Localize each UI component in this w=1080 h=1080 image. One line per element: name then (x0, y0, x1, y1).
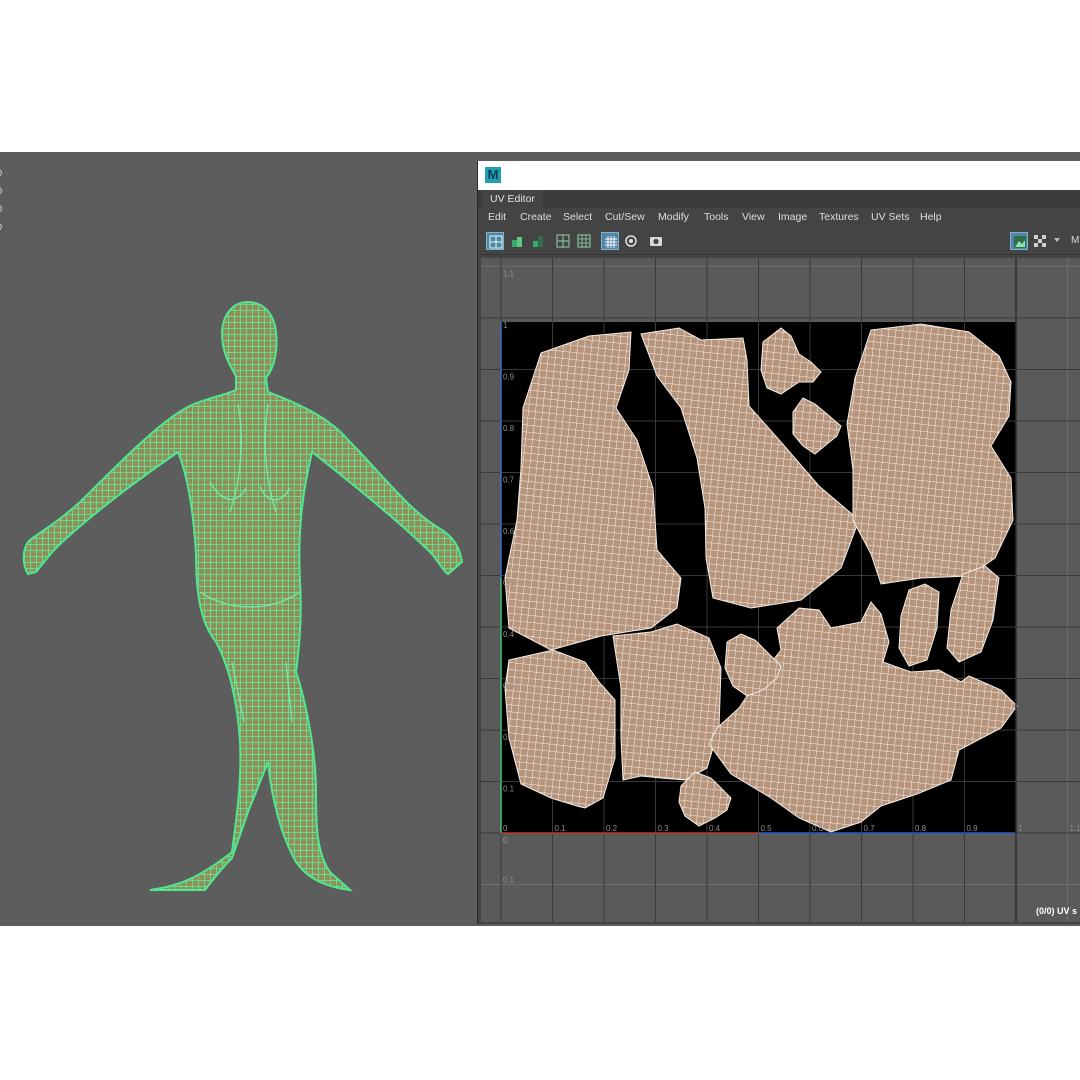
grid-layout-icon[interactable] (554, 232, 572, 250)
stat-value: 0 (0, 164, 2, 182)
u-tick-label: 0.8 (915, 824, 927, 833)
maya-logo-icon: M (485, 167, 501, 183)
snapshot-camera-icon[interactable] (647, 232, 665, 250)
menu-edit[interactable]: Edit (488, 210, 506, 224)
v-tick-label: 0.4 (503, 630, 515, 639)
tab-uv-editor[interactable]: UV Editor (482, 190, 543, 208)
u-tick-label: 0.7 (864, 824, 876, 833)
wireframe-human-model[interactable] (0, 292, 480, 892)
menu-create[interactable]: Create (520, 210, 552, 224)
menu-select[interactable]: Select (563, 210, 592, 224)
v-tick-label: 0.6 (503, 527, 515, 536)
u-tick-label: 0.6 (812, 824, 824, 833)
heads-up-stats: 0 0 0 0 (0, 164, 2, 236)
v-tick-label: 0.5 (503, 579, 515, 588)
toolbar-overflow-label: M (1071, 235, 1080, 246)
stack-dark-icon[interactable] (529, 232, 547, 250)
v-tick-label: 0.3 (503, 682, 515, 691)
model-mesh (22, 301, 464, 891)
menu-uv-sets[interactable]: UV Sets (871, 210, 910, 224)
menu-tools[interactable]: Tools (704, 210, 729, 224)
checker-map-icon[interactable] (1031, 232, 1049, 250)
v-tick-label: 0.1 (503, 876, 515, 885)
v-tick-label: 1.1 (503, 270, 515, 279)
uv-editor-window[interactable]: M UV Editor Edit Create Select Cut/Sew M… (477, 161, 1080, 924)
u-tick-label: 0.1 (555, 824, 567, 833)
u-tick-label: 0.5 (761, 824, 773, 833)
menu-help[interactable]: Help (920, 210, 942, 224)
v-tick-label: 0.1 (503, 785, 515, 794)
v-tick-label: 0.7 (503, 476, 515, 485)
uv-grid-view[interactable]: 0 0.1 0.2 0.3 0.4 0.5 0.6 0.7 0.8 0.9 1 1.1 1.1 1 0.9… (481, 258, 1080, 922)
u-tick-label: 0.3 (658, 824, 670, 833)
u-tick-label: 0.9 (967, 824, 979, 833)
menu-textures[interactable]: Textures (819, 210, 859, 224)
uv-canvas[interactable]: 0 0.1 0.2 0.3 0.4 0.5 0.6 0.7 0.8 0.9 1 1.1 1.1 1 0.9… (481, 258, 1080, 922)
uv-selection-status: (0/0) UV s (1036, 906, 1078, 916)
tab-bar: UV Editor (478, 190, 1080, 208)
menu-image[interactable]: Image (778, 210, 807, 224)
u-tick-label: 0.2 (606, 824, 618, 833)
pixel-snap-icon[interactable] (622, 232, 640, 250)
menu-view[interactable]: View (742, 210, 765, 224)
display-image-icon[interactable] (1010, 232, 1028, 250)
v-tick-label: 0 (503, 836, 508, 845)
u-tick-label: 0 (503, 824, 508, 833)
v-tick-label: 0.9 (503, 373, 515, 382)
window-title-bar[interactable]: M (478, 161, 1080, 190)
stat-value: 0 (0, 218, 2, 236)
u-tick-label: 1 (1018, 824, 1023, 833)
u-tick-label: 0.4 (709, 824, 721, 833)
stat-value: 0 (0, 182, 2, 200)
u-tick-label: 1.1 (1070, 824, 1080, 833)
toggle-grid-icon[interactable] (601, 232, 619, 250)
v-tick-label: 0.2 (503, 733, 515, 742)
v-tick-label: 0.8 (503, 424, 515, 433)
v-tick-label: 1 (503, 321, 508, 330)
stat-value: 0 (0, 200, 2, 218)
grid-snap-icon[interactable] (575, 232, 593, 250)
stack-green-icon[interactable] (508, 232, 526, 250)
menu-bar: Edit Create Select Cut/Sew Modify Tools … (478, 208, 1080, 226)
chevron-down-icon[interactable] (1054, 238, 1060, 242)
menu-cut-sew[interactable]: Cut/Sew (605, 210, 645, 224)
uv-shell-select-icon[interactable] (486, 232, 504, 250)
menu-modify[interactable]: Modify (658, 210, 689, 224)
uv-toolbar: M (478, 228, 1080, 255)
